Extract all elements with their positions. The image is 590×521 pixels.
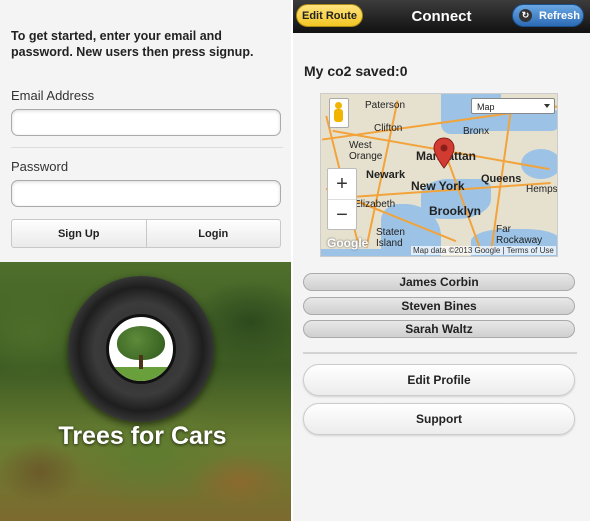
route-map[interactable]: Paterson Bronx Clifton West Orange Manha… <box>320 93 558 257</box>
zoom-in-button[interactable]: + <box>328 169 356 199</box>
edit-profile-button[interactable]: Edit Profile <box>303 364 575 396</box>
map-label: West Orange <box>349 140 383 162</box>
chevron-down-icon <box>544 104 550 108</box>
login-button[interactable]: Login <box>145 220 281 247</box>
brand-title: Trees for Cars <box>58 422 227 450</box>
password-label: Password <box>11 159 69 174</box>
map-label: Hempstead <box>526 184 558 195</box>
brand-photo: Trees for Cars <box>0 262 291 521</box>
map-label: Queens <box>481 173 522 185</box>
person-item[interactable]: Sarah Waltz <box>303 320 575 338</box>
auth-button-bar: Sign Up Login <box>11 219 281 248</box>
refresh-button[interactable]: ↻ Refresh <box>512 4 584 27</box>
form-divider <box>11 147 283 148</box>
edit-route-button[interactable]: Edit Route <box>296 4 363 27</box>
email-field[interactable] <box>11 109 281 136</box>
login-instructions: To get started, enter your email and pas… <box>11 29 254 59</box>
map-label: Far Rockaway <box>496 224 543 246</box>
zoom-out-button[interactable]: − <box>328 199 356 230</box>
map-label: Brooklyn <box>429 204 482 218</box>
person-item[interactable]: James Corbin <box>303 273 575 291</box>
password-field[interactable] <box>11 180 281 207</box>
map-label: Newark <box>366 169 406 181</box>
map-marker-icon[interactable] <box>433 137 455 169</box>
map-attribution: Map data ©2013 Google | Terms of Use <box>411 246 556 255</box>
refresh-icon: ↻ <box>519 9 532 22</box>
list-divider <box>303 352 577 354</box>
person-item[interactable]: Steven Bines <box>303 297 575 315</box>
connect-screen: Connect Edit Route ↻ Refresh My co2 save… <box>293 0 590 521</box>
support-button[interactable]: Support <box>303 403 575 435</box>
map-label: Clifton <box>374 123 403 134</box>
map-type-value: Map <box>477 102 495 112</box>
zoom-control: + − <box>327 168 357 230</box>
signup-button[interactable]: Sign Up <box>12 220 146 247</box>
email-label: Email Address <box>11 88 95 103</box>
map-label: Bronx <box>463 126 490 137</box>
tree-logo <box>106 314 176 384</box>
map-type-select[interactable]: Map <box>471 98 555 114</box>
header-bar: Connect Edit Route ↻ Refresh <box>293 0 590 33</box>
tire-logo <box>68 276 214 422</box>
login-screen: To get started, enter your email and pas… <box>0 0 291 521</box>
map-label: Elizabeth <box>354 199 396 210</box>
map-label: New York <box>411 179 465 193</box>
co2-saved-text: My co2 saved:0 <box>304 63 408 79</box>
map-label: Paterson <box>365 100 406 111</box>
refresh-label: Refresh <box>539 9 580 22</box>
street-view-pegman-icon[interactable] <box>329 98 349 128</box>
google-watermark: Google <box>327 236 369 250</box>
